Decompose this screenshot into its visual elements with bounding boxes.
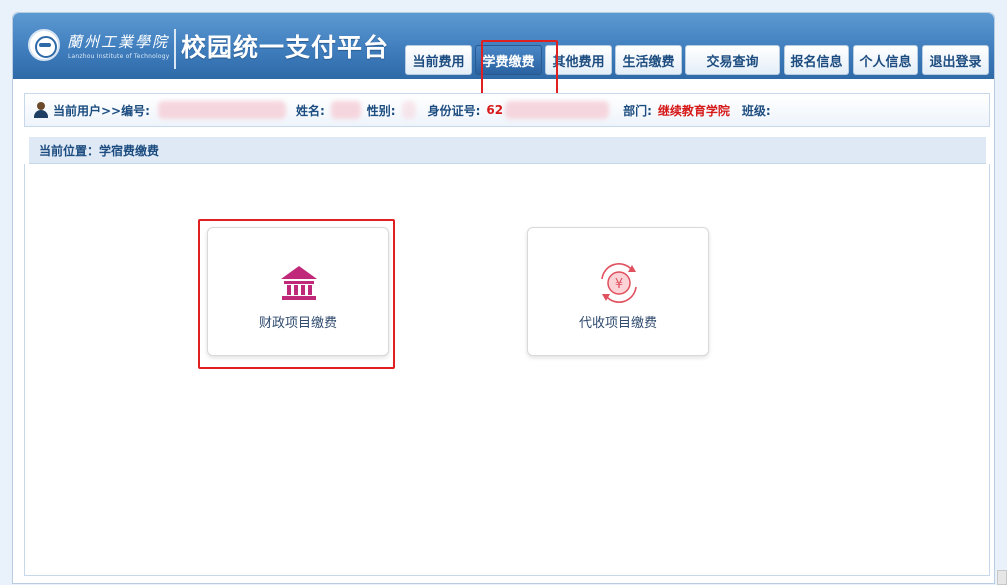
yuan-collect-icon: ¥ xyxy=(601,263,637,303)
header-divider xyxy=(174,29,176,69)
tab-current-fees[interactable]: 当前费用 xyxy=(405,45,472,75)
tab-living-payment[interactable]: 生活缴费 xyxy=(615,45,682,75)
app-frame: 蘭州工業學院 Lanzhou Institute of Technology 校… xyxy=(12,12,995,584)
collection-project-payment-card[interactable]: ¥ 代收项目缴费 xyxy=(527,227,709,356)
user-name-label: 姓名: xyxy=(295,103,325,118)
card-highlight-box xyxy=(198,219,395,369)
school-name-en: Lanzhou Institute of Technology xyxy=(68,53,170,60)
user-name-redacted xyxy=(330,101,361,119)
main-content: 财政项目缴费 ¥ 代收项目缴费 xyxy=(24,164,990,576)
user-gender-redacted xyxy=(401,101,416,119)
scrollbar-corner[interactable] xyxy=(997,570,1007,585)
user-department-label: 部门: xyxy=(623,103,652,118)
user-id-label: 编号: xyxy=(121,103,150,118)
nav-highlight-box xyxy=(481,40,558,96)
tab-registration-info[interactable]: 报名信息 xyxy=(784,45,849,75)
user-department-value: 继续教育学院 xyxy=(657,103,730,118)
current-user-label: 当前用户>> xyxy=(53,103,122,118)
user-gender-label: 性别: xyxy=(366,103,396,118)
user-idcard-label: 身份证号: xyxy=(427,103,481,118)
user-class-label: 班级: xyxy=(741,103,771,118)
user-id-redacted xyxy=(157,101,286,119)
tab-transaction-query[interactable]: 交易查询 xyxy=(685,45,780,75)
breadcrumb-text: 当前位置：学宿费缴费 xyxy=(39,143,160,158)
tab-personal-info[interactable]: 个人信息 xyxy=(853,45,918,75)
user-info-bar: 当前用户>> 编号: 姓名: 性别: 身份证号: 62 部门: 继续教育学院 班… xyxy=(24,93,990,127)
collection-project-payment-label: 代收项目缴费 xyxy=(578,316,657,331)
svg-text:¥: ¥ xyxy=(615,277,623,292)
breadcrumb: 当前位置：学宿费缴费 xyxy=(29,137,986,164)
school-emblem-icon xyxy=(28,29,60,61)
school-name-cn: 蘭州工業學院 xyxy=(67,33,170,51)
user-idcard-prefix: 62 xyxy=(486,103,504,117)
user-icon xyxy=(34,102,48,118)
user-idcard-redacted xyxy=(505,101,610,119)
tab-logout[interactable]: 退出登录 xyxy=(922,45,989,75)
platform-title: 校园统一支付平台 xyxy=(181,33,390,62)
